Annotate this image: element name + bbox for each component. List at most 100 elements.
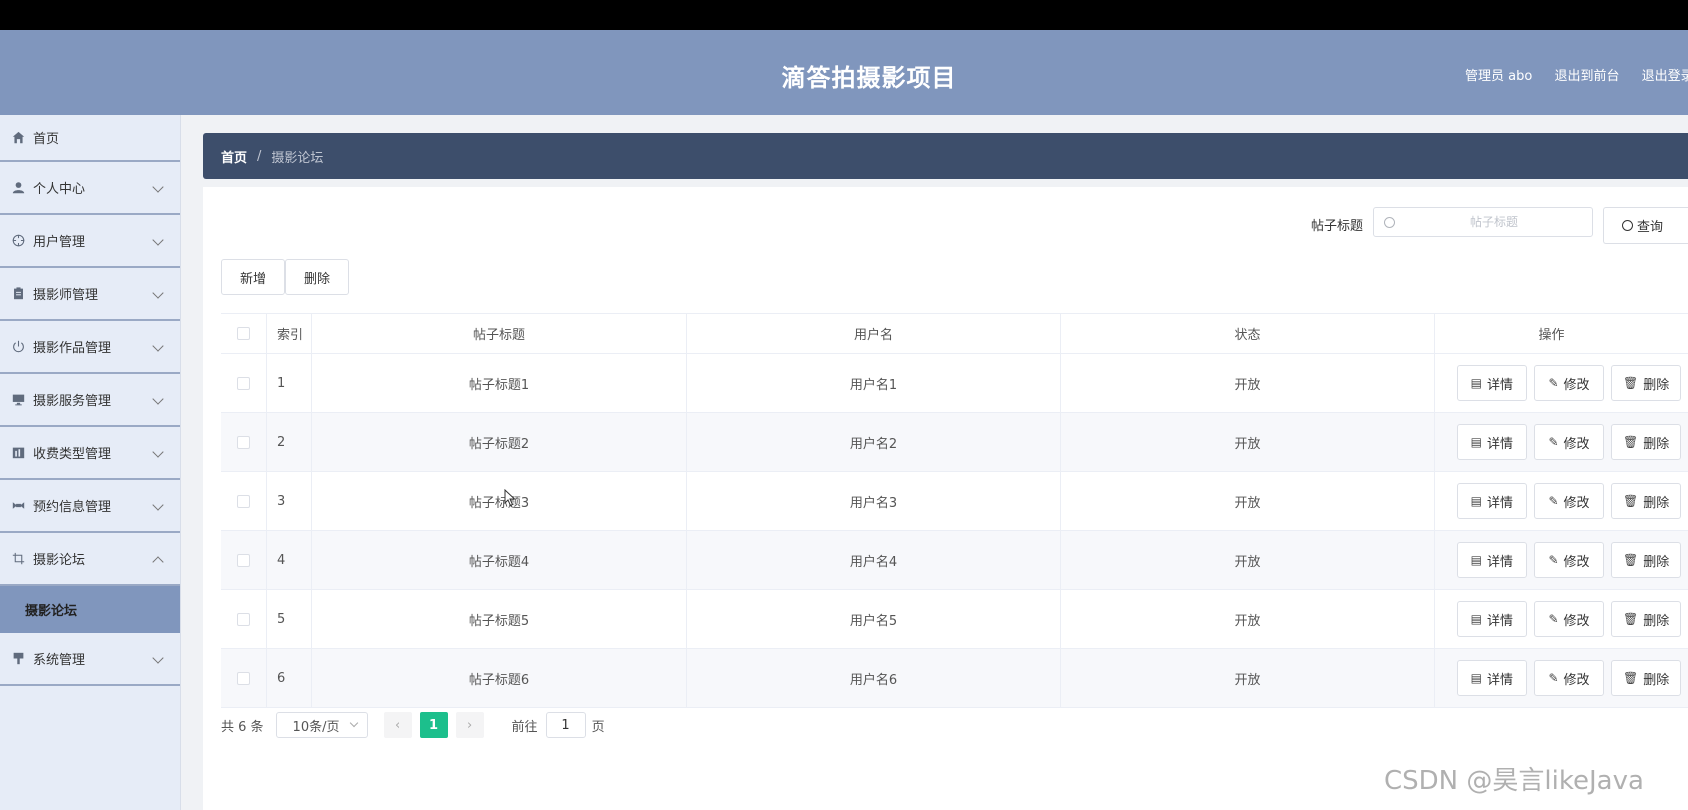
row-checkbox-cell xyxy=(221,590,267,648)
sidebar-item-fee-types[interactable]: 收费类型管理 xyxy=(0,427,180,480)
row-delete-button[interactable]: 🗑 删除 xyxy=(1611,542,1681,578)
detail-button[interactable]: ▤ 详情 xyxy=(1457,601,1527,637)
table-row: 5 帖子标题5 用户名5 开放 ▤ 详情 ✎ 修改 🗑 删除 xyxy=(221,590,1688,649)
edit-button[interactable]: ✎ 修改 xyxy=(1533,542,1605,578)
header-links: 管理员 abo 退出到前台 退出登录 xyxy=(1465,65,1688,84)
table-row: 6 帖子标题6 用户名6 开放 ▤ 详情 ✎ 修改 🗑 删除 xyxy=(221,649,1688,708)
header-status: 状态 xyxy=(1061,314,1435,353)
edit-button[interactable]: ✎ 修改 xyxy=(1533,424,1605,460)
search-input[interactable] xyxy=(1404,208,1584,236)
edit-button[interactable]: ✎ 修改 xyxy=(1533,483,1605,519)
search-icon xyxy=(1384,217,1395,228)
table-body: 1 帖子标题1 用户名1 开放 ▤ 详情 ✎ 修改 🗑 删除 2 帖子标题2 用户名2 开放 ▤ 详情 ✎ 修改 🗑… xyxy=(221,354,1688,708)
row-checkbox[interactable] xyxy=(237,553,250,567)
detail-button[interactable]: ▤ 详情 xyxy=(1457,424,1527,460)
edit-button[interactable]: ✎ 修改 xyxy=(1533,365,1605,401)
sidebar-item-bookings[interactable]: 预约信息管理 xyxy=(0,480,180,533)
pencil-icon: ✎ xyxy=(1548,494,1559,508)
document-icon: ▤ xyxy=(1470,671,1482,685)
row-checkbox[interactable] xyxy=(237,435,250,449)
row-checkbox[interactable] xyxy=(237,494,250,508)
chevron-down-icon xyxy=(152,498,164,511)
monitor-icon xyxy=(11,393,25,407)
row-index: 1 xyxy=(267,354,312,412)
detail-button[interactable]: ▤ 详情 xyxy=(1457,660,1527,696)
table-row: 4 帖子标题4 用户名4 开放 ▤ 详情 ✎ 修改 🗑 删除 xyxy=(221,531,1688,590)
chevron-down-icon xyxy=(152,286,164,299)
row-checkbox[interactable] xyxy=(237,671,250,685)
chevron-down-icon xyxy=(152,445,164,458)
sidebar-item-works[interactable]: 摄影作品管理 xyxy=(0,321,180,374)
chevron-down-icon xyxy=(152,392,164,405)
detail-button[interactable]: ▤ 详情 xyxy=(1457,542,1527,578)
select-all-checkbox[interactable] xyxy=(237,327,250,340)
detail-button-label: 详情 xyxy=(1487,436,1514,452)
search-icon xyxy=(1622,220,1633,231)
header-title: 帖子标题 xyxy=(312,314,687,353)
detail-button[interactable]: ▤ 详情 xyxy=(1457,365,1527,401)
row-status: 开放 xyxy=(1061,472,1435,530)
row-delete-button[interactable]: 🗑 删除 xyxy=(1611,424,1681,460)
breadcrumb-home[interactable]: 首页 xyxy=(221,147,247,166)
sidebar-item-label: 摄影论坛 xyxy=(33,553,86,568)
chevron-up-icon xyxy=(152,555,164,568)
row-title: 帖子标题5 xyxy=(312,590,687,648)
row-user: 用户名6 xyxy=(687,649,1061,707)
submenu-item-forum[interactable]: 摄影论坛 xyxy=(0,586,180,633)
add-button[interactable]: 新增 xyxy=(221,259,285,295)
row-delete-button[interactable]: 🗑 删除 xyxy=(1611,601,1681,637)
sidebar-item-photographers[interactable]: 摄影师管理 xyxy=(0,268,180,321)
page-size-select[interactable]: 10条/页 xyxy=(275,712,368,738)
sidebar-item-users[interactable]: 用户管理 xyxy=(0,215,180,268)
edit-button-label: 修改 xyxy=(1563,436,1590,452)
admin-user-label[interactable]: 管理员 abo xyxy=(1465,69,1532,84)
next-page-button[interactable]: › xyxy=(455,712,484,738)
sidebar-item-services[interactable]: 摄影服务管理 xyxy=(0,374,180,427)
sidebar-item-label: 系统管理 xyxy=(33,653,86,668)
row-user: 用户名5 xyxy=(687,590,1061,648)
mouse-cursor-icon xyxy=(504,488,516,510)
paint-icon xyxy=(11,652,25,666)
home-icon xyxy=(11,131,25,145)
row-checkbox-cell xyxy=(221,354,267,412)
sidebar-item-label: 摄影作品管理 xyxy=(33,341,112,356)
search-field[interactable] xyxy=(1373,207,1593,237)
query-button[interactable]: 查询 xyxy=(1603,207,1688,244)
sidebar-item-system[interactable]: 系统管理 xyxy=(0,633,180,686)
page-number-button[interactable]: 1 xyxy=(419,712,448,738)
sidebar-item-label: 收费类型管理 xyxy=(33,447,112,462)
goto-page-input[interactable]: 1 xyxy=(545,712,586,738)
document-icon: ▤ xyxy=(1470,435,1482,449)
edit-button[interactable]: ✎ 修改 xyxy=(1533,660,1605,696)
row-checkbox-cell xyxy=(221,649,267,707)
detail-button-label: 详情 xyxy=(1487,554,1514,570)
header-index: 索引 xyxy=(267,314,312,353)
watermark: CSDN @昊言likeJava xyxy=(1384,766,1644,796)
sidebar-item-forum[interactable]: 摄影论坛 xyxy=(0,533,180,586)
row-checkbox[interactable] xyxy=(237,612,250,626)
row-delete-button-label: 删除 xyxy=(1643,495,1670,511)
row-delete-button[interactable]: 🗑 删除 xyxy=(1611,365,1681,401)
row-checkbox-cell xyxy=(221,413,267,471)
row-checkbox[interactable] xyxy=(237,376,250,390)
detail-button[interactable]: ▤ 详情 xyxy=(1457,483,1527,519)
chart-icon xyxy=(11,446,25,460)
logout-link[interactable]: 退出登录 xyxy=(1642,69,1688,84)
main-content: 首页 / 摄影论坛 帖子标题 查询 新增 删除 索引 帖子标题 用户名 状态 操… xyxy=(181,115,1688,810)
row-delete-button[interactable]: 🗑 删除 xyxy=(1611,483,1681,519)
sidebar-item-personal[interactable]: 个人中心 xyxy=(0,162,180,215)
row-checkbox-cell xyxy=(221,472,267,530)
user-icon xyxy=(11,181,25,195)
back-to-front-link[interactable]: 退出到前台 xyxy=(1554,69,1619,84)
row-ops: ▤ 详情 ✎ 修改 🗑 删除 xyxy=(1435,413,1688,471)
row-delete-button[interactable]: 🗑 删除 xyxy=(1611,660,1681,696)
edit-button-label: 修改 xyxy=(1563,495,1590,511)
trash-icon: 🗑 xyxy=(1623,494,1639,508)
row-index: 2 xyxy=(267,413,312,471)
sidebar-item-home[interactable]: 首页 xyxy=(0,115,180,162)
chevron-down-icon xyxy=(152,339,164,352)
prev-page-button[interactable]: ‹ xyxy=(383,712,412,738)
delete-button[interactable]: 删除 xyxy=(285,259,349,295)
edit-button[interactable]: ✎ 修改 xyxy=(1533,601,1605,637)
row-status: 开放 xyxy=(1061,531,1435,589)
